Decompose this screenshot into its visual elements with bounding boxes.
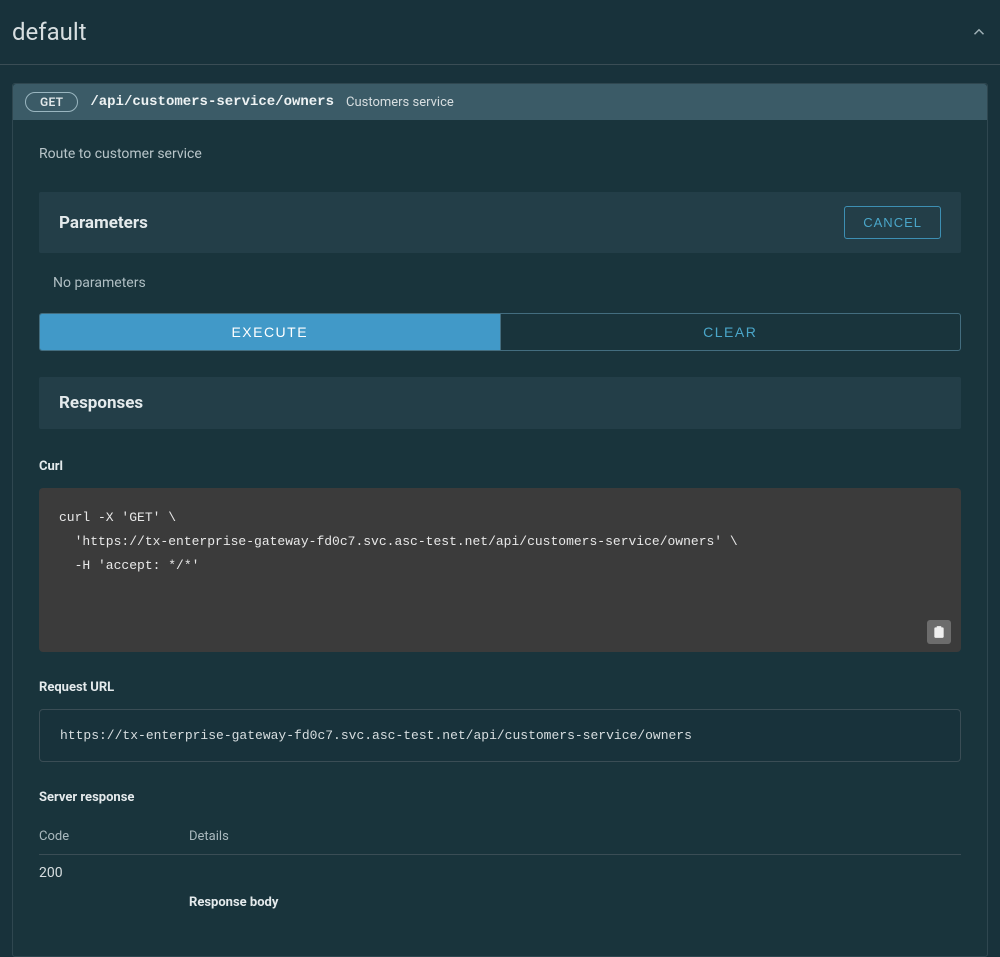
curl-command-text: curl -X 'GET' \ 'https://tx-enterprise-g… xyxy=(59,510,738,573)
curl-command-box: curl -X 'GET' \ 'https://tx-enterprise-g… xyxy=(39,488,961,652)
response-status-code: 200 xyxy=(39,865,159,920)
operation-description: Route to customer service xyxy=(39,146,961,162)
operation-summary-text: Customers service xyxy=(346,95,454,110)
chevron-up-icon xyxy=(970,23,988,41)
responses-heading: Responses xyxy=(59,393,941,413)
response-details-cell: Response body xyxy=(189,865,961,920)
clipboard-icon xyxy=(932,625,946,639)
clear-button[interactable]: CLEAR xyxy=(500,314,961,350)
operation-path: /api/customers-service/owners xyxy=(90,94,334,110)
parameters-heading: Parameters xyxy=(59,213,148,233)
response-row: 200 Response body xyxy=(39,855,961,930)
curl-label: Curl xyxy=(39,459,961,474)
responses-bar: Responses xyxy=(39,377,961,429)
server-response-table: Code Details 200 Response body xyxy=(39,819,961,930)
cancel-button[interactable]: CANCEL xyxy=(844,206,941,239)
response-table-header: Code Details xyxy=(39,819,961,855)
http-method-badge: GET xyxy=(25,92,78,112)
parameters-bar: Parameters CANCEL xyxy=(39,192,961,253)
action-button-row: EXECUTE CLEAR xyxy=(39,313,961,351)
response-body-label: Response body xyxy=(189,865,961,920)
operation-body: Route to customer service Parameters CAN… xyxy=(13,120,987,956)
operation-block: GET /api/customers-service/owners Custom… xyxy=(12,83,988,957)
section-title: default xyxy=(12,18,87,46)
operation-summary-bar[interactable]: GET /api/customers-service/owners Custom… xyxy=(13,84,987,120)
column-header-code: Code xyxy=(39,829,159,844)
no-parameters-text: No parameters xyxy=(39,253,961,313)
request-url-text: https://tx-enterprise-gateway-fd0c7.svc.… xyxy=(60,728,692,743)
request-url-label: Request URL xyxy=(39,680,961,695)
section-header[interactable]: default xyxy=(0,0,1000,65)
operation-list: GET /api/customers-service/owners Custom… xyxy=(0,83,1000,957)
request-url-box: https://tx-enterprise-gateway-fd0c7.svc.… xyxy=(39,709,961,762)
copy-curl-button[interactable] xyxy=(927,620,951,644)
server-response-label: Server response xyxy=(39,790,961,805)
execute-button[interactable]: EXECUTE xyxy=(40,314,500,350)
column-header-details: Details xyxy=(189,829,961,844)
